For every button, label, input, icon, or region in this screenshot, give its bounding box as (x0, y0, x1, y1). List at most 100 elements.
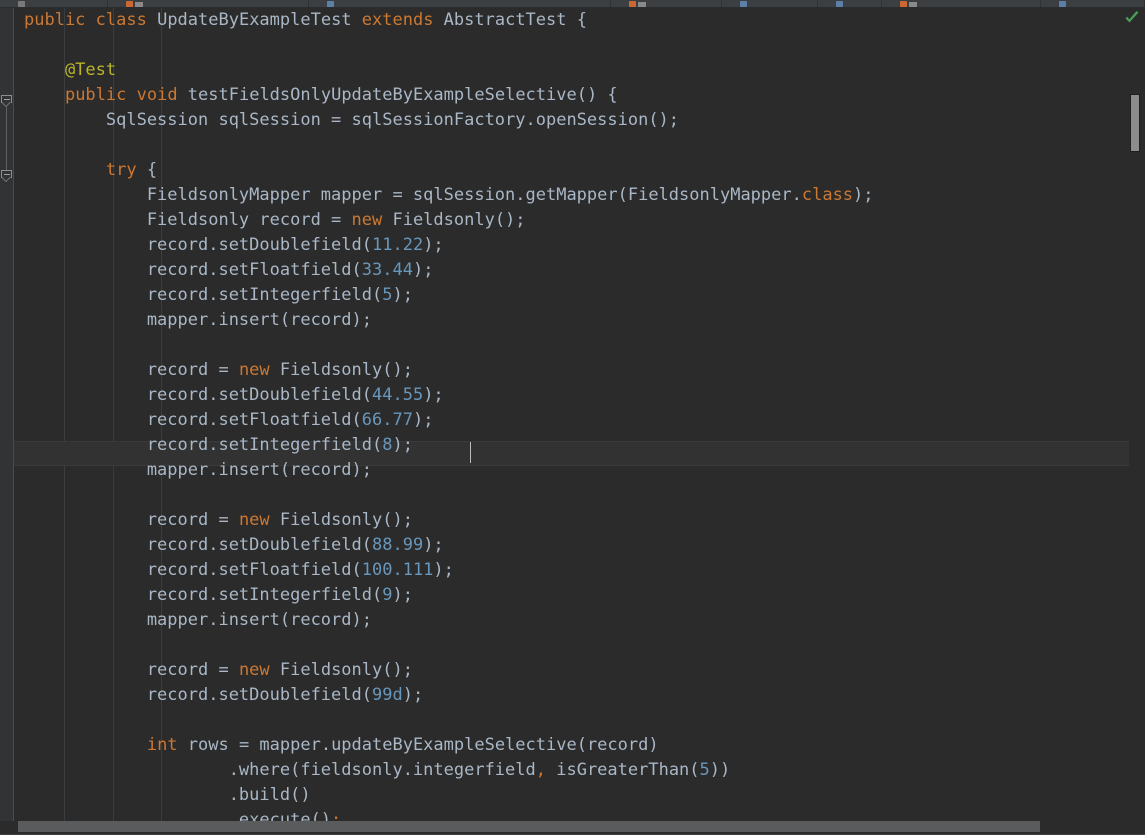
code-line[interactable]: record.setFloatfield(33.44); (14, 258, 1145, 283)
code-token: ); (412, 410, 434, 430)
horizontal-scrollbar-thumb[interactable] (18, 821, 1040, 832)
code-line[interactable]: record.setFloatfield(100.111); (14, 558, 1145, 583)
code-token: Fieldsonly(); (279, 510, 413, 530)
code-line[interactable]: record.setIntegerfield(8); (14, 433, 1145, 458)
code-line[interactable]: @Test (14, 58, 1145, 83)
editor-tab-2[interactable] (309, 0, 611, 7)
vertical-scrollbar-thumb[interactable] (1130, 94, 1140, 152)
code-line[interactable]: record.setDoublefield(44.55); (14, 383, 1145, 408)
code-token: SqlSession sqlSession = sqlSessionFactor… (24, 110, 680, 130)
horizontal-scrollbar[interactable] (0, 821, 1129, 835)
class-icon (629, 1, 636, 7)
green-check-icon[interactable] (1123, 10, 1141, 26)
code-token: record.setIntegerfield( (24, 585, 383, 605)
code-line[interactable] (14, 133, 1145, 158)
code-line[interactable]: mapper.insert(record); (14, 608, 1145, 633)
fold-region-line (6, 107, 7, 170)
code-line[interactable] (14, 33, 1145, 58)
editor-tab-7[interactable] (1041, 0, 1145, 7)
code-token: mapper.insert(record); (24, 610, 372, 630)
code-token: mapper.insert(record); (24, 460, 372, 480)
minus-icon (3, 99, 10, 100)
code-line[interactable] (14, 633, 1145, 658)
code-line[interactable]: record.setIntegerfield(9); (14, 583, 1145, 608)
editor-tab-6[interactable] (882, 0, 1041, 7)
code-line[interactable]: .build() (14, 783, 1145, 808)
code-token: .where(fieldsonly.integerfield (24, 760, 536, 780)
class-icon (900, 1, 907, 7)
code-token: ); (412, 260, 434, 280)
code-line[interactable]: record.setFloatfield(66.77); (14, 408, 1145, 433)
code-token: ); (423, 535, 444, 555)
code-token: record.setFloatfield( (24, 560, 362, 580)
code-token: FieldsonlyMapper mapper = sqlSession.get… (24, 185, 802, 205)
code-token: 88.99 (372, 535, 424, 555)
code-token: Fieldsonly(); (279, 360, 413, 380)
code-line[interactable]: record = new Fieldsonly(); (14, 358, 1145, 383)
code-token: public (24, 10, 96, 30)
code-line[interactable]: record.setIntegerfield(5); (14, 283, 1145, 308)
code-line[interactable]: Fieldsonly record = new Fieldsonly(); (14, 208, 1145, 233)
code-token: ); (853, 185, 874, 205)
fold-marker-try[interactable] (0, 170, 13, 183)
code-token: isGreaterThan( (556, 760, 700, 780)
code-line[interactable] (14, 333, 1145, 358)
code-line[interactable]: FieldsonlyMapper mapper = sqlSession.get… (14, 183, 1145, 208)
code-text[interactable]: public class UpdateByExampleTest extends… (14, 8, 1145, 835)
class-icon (126, 1, 133, 7)
editor-tab-1[interactable] (108, 0, 309, 7)
editor-tab-3[interactable] (611, 0, 722, 7)
fold-marker-tip-inner (2, 102, 10, 106)
code-token: record = (24, 360, 239, 380)
code-token: 100.111 (361, 560, 434, 580)
vertical-scrollbar[interactable] (1129, 16, 1145, 835)
code-token: record = (24, 510, 239, 530)
code-token: record = (24, 660, 239, 680)
code-token: record.setIntegerfield( (24, 285, 383, 305)
code-line[interactable]: mapper.insert(record); (14, 308, 1145, 333)
code-line[interactable]: public class UpdateByExampleTest extends… (14, 8, 1145, 33)
code-line[interactable]: record.setDoublefield(11.22); (14, 233, 1145, 258)
code-line[interactable]: public void testFieldsOnlyUpdateByExampl… (14, 83, 1145, 108)
editor-tab-0[interactable] (0, 0, 108, 7)
code-line[interactable]: int rows = mapper.updateByExampleSelecti… (14, 733, 1145, 758)
code-token: record.setDoublefield( (24, 235, 372, 255)
editor-tab-5[interactable] (818, 0, 882, 7)
code-token: Fieldsonly record = (24, 210, 352, 230)
code-line[interactable]: record = new Fieldsonly(); (14, 658, 1145, 683)
code-line[interactable]: record = new Fieldsonly(); (14, 508, 1145, 533)
code-token: AbstractTest { (443, 10, 587, 30)
code-token: ); (402, 685, 424, 705)
code-token: record.setDoublefield( (24, 385, 372, 405)
code-token: 9 (382, 585, 393, 605)
code-token: public (64, 85, 137, 105)
code-line[interactable] (14, 708, 1145, 733)
java-icon (740, 1, 747, 7)
code-token: record.setDoublefield( (24, 535, 372, 555)
code-token: ); (423, 385, 444, 405)
code-line[interactable]: record.setDoublefield(88.99); (14, 533, 1145, 558)
code-token: new (238, 510, 280, 530)
editor-tab-4[interactable] (722, 0, 818, 7)
code-line[interactable] (14, 483, 1145, 508)
code-token: record.setFloatfield( (24, 260, 362, 280)
code-line[interactable]: SqlSession sqlSession = sqlSessionFactor… (14, 108, 1145, 133)
code-line[interactable]: .where(fieldsonly.integerfield, isGreate… (14, 758, 1145, 783)
code-editor-area[interactable]: public class UpdateByExampleTest extends… (0, 8, 1145, 835)
java-icon (1059, 1, 1066, 7)
code-line[interactable]: try { (14, 158, 1145, 183)
tab-label-sliver (909, 2, 917, 7)
code-token: class (801, 185, 854, 205)
code-token: 99d (372, 685, 403, 705)
code-line[interactable]: mapper.insert(record); (14, 458, 1145, 483)
ide-editor-window: public class UpdateByExampleTest extends… (0, 0, 1145, 835)
code-token: 5 (382, 285, 393, 305)
code-token: record.setIntegerfield( (24, 435, 383, 455)
editor-tab-bar[interactable] (0, 0, 1145, 8)
text-caret (470, 442, 471, 463)
code-line[interactable]: record.setDoublefield(99d); (14, 683, 1145, 708)
editor-gutter[interactable] (0, 8, 14, 835)
fold-marker-method[interactable] (0, 95, 13, 108)
